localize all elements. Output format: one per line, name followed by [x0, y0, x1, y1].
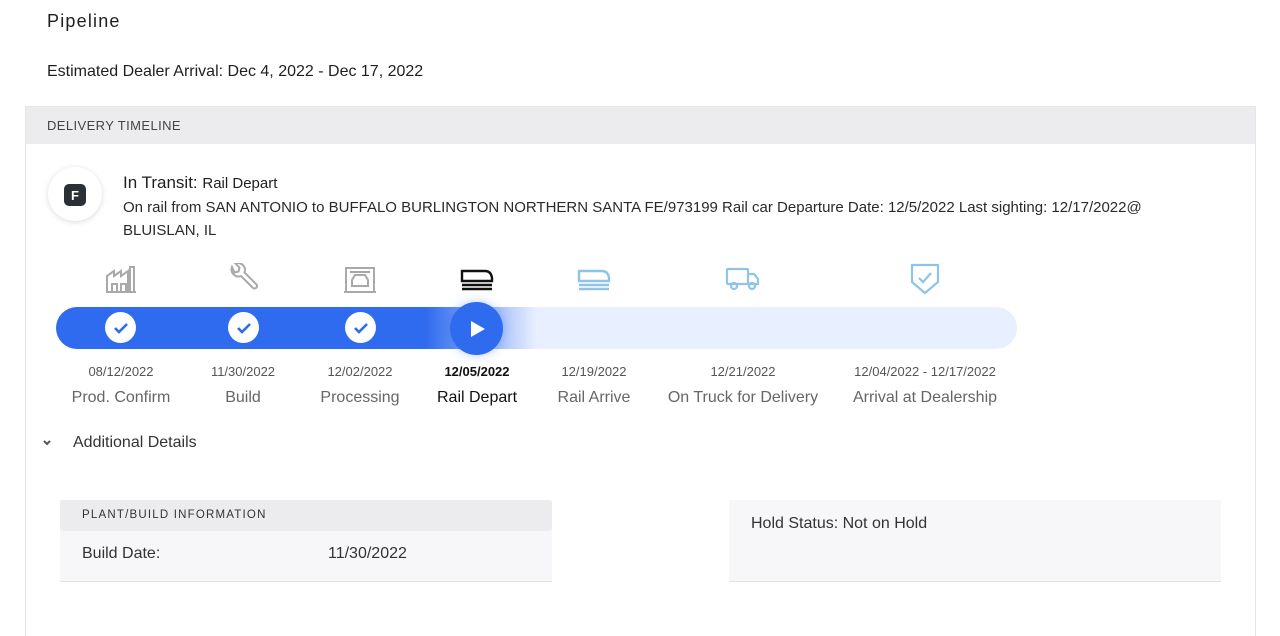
- hold-status-text: Hold Status: Not on Hold: [751, 515, 928, 532]
- build-date-label: Build Date:: [82, 545, 161, 562]
- estimated-arrival: Estimated Dealer Arrival: Dec 4, 2022 - …: [47, 63, 424, 80]
- build-date-row: Build Date: 11/30/2022: [60, 531, 552, 582]
- factory-icon: [101, 262, 141, 296]
- status-description: On rail from SAN ANTONIO to BUFFALO BURL…: [123, 199, 1142, 239]
- hold-status-card: Hold Status: Not on Hold: [729, 500, 1221, 582]
- car-wash-icon: [340, 262, 380, 296]
- status-value: Rail Depart: [202, 175, 278, 192]
- panel-header: DELIVERY TIMELINE: [26, 107, 1255, 144]
- step-label-arrival-dealership: Arrival at Dealership: [852, 389, 998, 406]
- additional-details-toggle[interactable]: Additional Details: [41, 434, 197, 452]
- page-title: Pipeline: [47, 11, 121, 31]
- check-icon: [236, 322, 251, 334]
- plant-build-card: PLANT/BUILD INFORMATION Build Date: 11/3…: [60, 500, 552, 582]
- train-icon: [457, 262, 497, 296]
- train-icon: [574, 262, 614, 296]
- current-step-marker: [450, 302, 503, 355]
- shield-check-icon: [905, 262, 945, 296]
- progress-track: [56, 307, 1017, 349]
- check-icon: [113, 322, 128, 334]
- avatar: F: [48, 167, 102, 221]
- step-complete-check: [228, 312, 259, 343]
- brand-badge: F: [64, 184, 86, 206]
- status-prefix: In Transit:: [123, 173, 198, 192]
- status-heading: In Transit: Rail Depart: [123, 173, 277, 193]
- step-date: 12/04/2022 - 12/17/2022: [854, 364, 996, 379]
- step-complete-check: [105, 312, 136, 343]
- chevron-down-icon: [43, 440, 51, 446]
- delivery-timeline-panel: DELIVERY TIMELINE F In Transit: Rail Dep…: [25, 106, 1256, 636]
- step-complete-check: [345, 312, 376, 343]
- build-date-value: 11/30/2022: [328, 545, 407, 562]
- play-icon: [470, 320, 485, 337]
- additional-details-label: Additional Details: [73, 434, 197, 451]
- check-icon: [353, 322, 368, 334]
- plant-build-header: PLANT/BUILD INFORMATION: [60, 500, 552, 531]
- wrench-icon: [223, 262, 263, 296]
- truck-icon: [723, 262, 763, 296]
